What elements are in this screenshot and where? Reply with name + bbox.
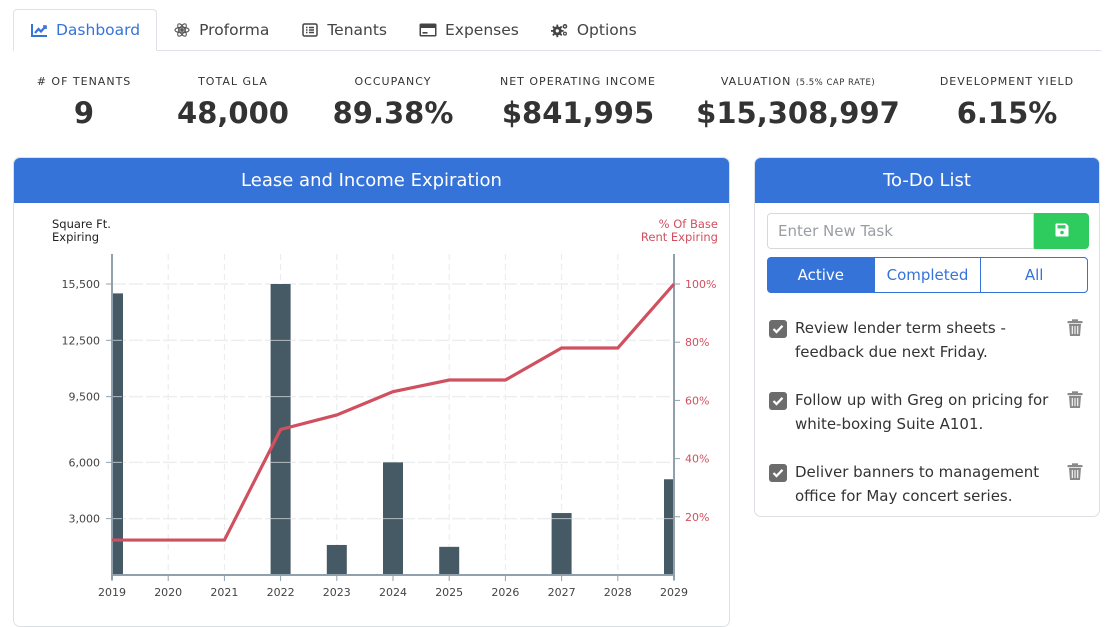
delete-task-button[interactable] <box>1067 391 1085 411</box>
stat-noi: NET OPERATING INCOME $841,995 <box>500 74 656 130</box>
tab-label: Tenants <box>327 21 387 39</box>
x-tick-label: 2020 <box>154 586 182 599</box>
list-icon <box>301 22 319 38</box>
new-task-input[interactable] <box>767 213 1034 249</box>
y-tick-label: 12,500 <box>62 334 101 347</box>
bar-2027 <box>552 513 572 575</box>
delete-task-button[interactable] <box>1067 463 1085 483</box>
y-tick-label: 15,500 <box>62 278 101 291</box>
todo-text: Review lender term sheets - feedback due… <box>795 319 1006 361</box>
card-title: Lease and Income Expiration <box>14 158 729 203</box>
x-tick-label: 2023 <box>323 586 351 599</box>
chart-line-icon <box>30 22 48 38</box>
x-tick-label: 2021 <box>210 586 238 599</box>
tab-label: Dashboard <box>56 21 140 39</box>
todo-list: Review lender term sheets - feedback due… <box>767 316 1089 517</box>
bar-2025 <box>439 547 459 575</box>
check-icon <box>772 317 784 341</box>
stat-tenants: # OF TENANTS 9 <box>37 74 132 130</box>
x-tick-label: 2028 <box>604 586 632 599</box>
bar-2023 <box>327 545 347 575</box>
y2-tick-label: 100% <box>685 278 716 291</box>
new-task-row <box>767 213 1089 249</box>
x-tick-label: 2019 <box>98 586 126 599</box>
tab-label: Expenses <box>445 21 519 39</box>
stat-value: 6.15% <box>940 96 1074 130</box>
stat-label: # OF TENANTS <box>37 74 132 90</box>
filter-active-button[interactable]: Active <box>767 257 875 293</box>
stat-value: $15,308,997 <box>696 96 900 130</box>
stat-label-sub: (5.5% CAP RATE) <box>796 78 875 88</box>
gears-icon <box>551 22 569 38</box>
stat-label: DEVELOPMENT YIELD <box>940 74 1074 90</box>
filter-completed-button[interactable]: Completed <box>874 257 982 293</box>
x-tick-label: 2024 <box>379 586 407 599</box>
y2-tick-label: 40% <box>685 453 709 466</box>
card-title: To-Do List <box>755 158 1099 203</box>
save-task-button[interactable] <box>1034 213 1089 249</box>
todo-text: Deliver banners to management office for… <box>795 463 1039 505</box>
trash-icon <box>1067 323 1083 341</box>
filter-all-button[interactable]: All <box>980 257 1088 293</box>
atom-icon <box>173 22 191 38</box>
tab-tenants[interactable]: Tenants <box>285 9 403 51</box>
stat-label: VALUATION (5.5% CAP RATE) <box>696 74 900 90</box>
tab-dashboard[interactable]: Dashboard <box>13 9 157 51</box>
stat-development-yield: DEVELOPMENT YIELD 6.15% <box>940 74 1074 130</box>
x-tick-label: 2022 <box>267 586 295 599</box>
check-icon <box>772 461 784 485</box>
todo-checkbox[interactable] <box>769 320 787 338</box>
todo-checkbox[interactable] <box>769 464 787 482</box>
y-tick-label: 3,000 <box>69 513 101 526</box>
x-tick-label: 2025 <box>435 586 463 599</box>
y-tick-label: 9,500 <box>69 391 101 404</box>
y2-tick-label: 60% <box>685 394 709 407</box>
delete-task-button[interactable] <box>1067 319 1085 339</box>
todo-item: Follow up with Greg on pricing for white… <box>767 388 1089 460</box>
todo-text: Follow up with Greg on pricing for white… <box>795 391 1048 433</box>
todo-checkbox[interactable] <box>769 392 787 410</box>
lease-chart: Square Ft. Expiring % Of Base Rent Expir… <box>14 203 730 623</box>
floppy-disk-icon <box>1055 222 1069 241</box>
stat-label: TOTAL GLA <box>177 74 289 90</box>
trash-icon <box>1067 467 1083 485</box>
tab-label: Proforma <box>199 21 269 39</box>
chart-svg: 2019 2020 2021 2022 2023 2024 2025 2026 2027 2028… <box>14 203 730 623</box>
stat-value: $841,995 <box>500 96 656 130</box>
credit-card-icon <box>419 22 437 38</box>
y2-tick-label: 80% <box>685 336 709 349</box>
todo-item: Review lender term sheets - feedback due… <box>767 316 1089 388</box>
stat-label: NET OPERATING INCOME <box>500 74 656 90</box>
nav-tabs: Dashboard Proforma Tenants Expenses Opti… <box>13 9 1101 51</box>
tab-expenses[interactable]: Expenses <box>403 9 535 51</box>
stat-total-gla: TOTAL GLA 48,000 <box>177 74 289 130</box>
stat-value: 48,000 <box>177 96 289 130</box>
todo-item: Deliver banners to management office for… <box>767 460 1089 517</box>
tab-label: Options <box>577 21 637 39</box>
stat-value: 9 <box>37 96 132 130</box>
stat-occupancy: OCCUPANCY 89.38% <box>333 74 454 130</box>
x-tick-label: 2026 <box>491 586 519 599</box>
tab-options[interactable]: Options <box>535 9 653 51</box>
todo-filter-group: Active Completed All <box>767 257 1088 293</box>
stat-label-main: VALUATION <box>721 75 792 88</box>
bar-2019 <box>112 293 123 575</box>
x-tick-label: 2027 <box>548 586 576 599</box>
x-tick-label: 2029 <box>660 586 688 599</box>
lease-expiration-card: Lease and Income Expiration Square Ft. E… <box>13 157 730 627</box>
trash-icon <box>1067 395 1083 413</box>
todo-card: To-Do List Active Completed All Review l… <box>754 157 1100 517</box>
check-icon <box>772 389 784 413</box>
stat-value: 89.38% <box>333 96 454 130</box>
tab-proforma[interactable]: Proforma <box>157 9 285 51</box>
stat-valuation: VALUATION (5.5% CAP RATE) $15,308,997 <box>696 74 900 130</box>
y2-tick-label: 20% <box>685 511 709 524</box>
stat-label: OCCUPANCY <box>333 74 454 90</box>
summary-stats: # OF TENANTS 9 TOTAL GLA 48,000 OCCUPANC… <box>0 74 1118 134</box>
y-tick-label: 6,000 <box>69 456 101 469</box>
